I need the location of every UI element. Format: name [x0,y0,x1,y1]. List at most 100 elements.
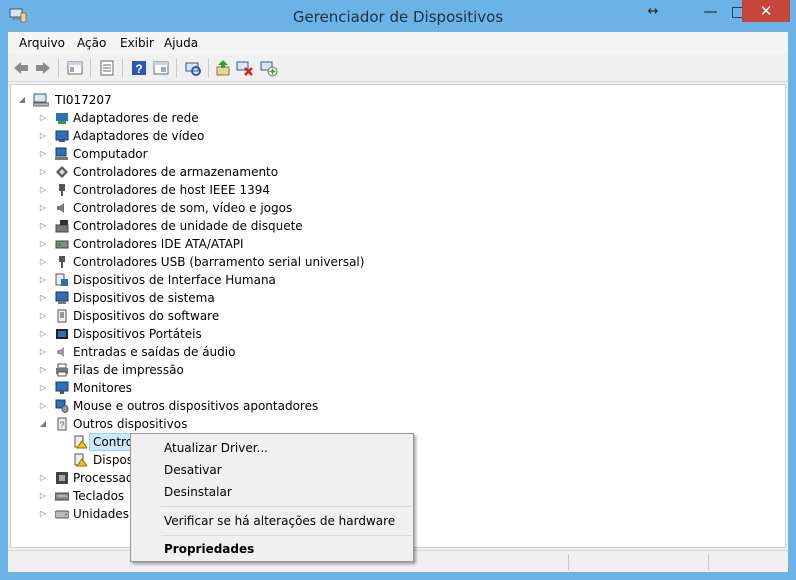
tree-category-row[interactable]: ▷ Controladores de som, vídeo e jogos [11,199,411,217]
expander-collapsed[interactable]: ▷ [38,343,48,361]
expander-expanded[interactable]: ◢ [38,415,48,433]
category-label: Controladores de host IEEE 1394 [73,183,270,197]
properties-icon[interactable] [98,59,116,77]
expander-collapsed[interactable]: ▷ [38,397,48,415]
expander-collapsed[interactable]: ▷ [38,379,48,397]
expander-collapsed[interactable]: ▷ [38,487,48,505]
menu-exibir[interactable]: Exibir [120,36,154,50]
close-button[interactable]: ✕ [742,0,790,22]
status-divider [568,554,569,570]
tree-category-row[interactable]: ▷ Controladores USB (barramento serial u… [11,253,411,271]
expander-collapsed[interactable]: ▷ [38,469,48,487]
tree-category-row[interactable]: ▷ Dispositivos Portáteis [11,325,411,343]
toolbar: ? [8,54,788,82]
title-bar[interactable]: Gerenciador de Dispositivos ↔ — □ ✕ [0,0,796,32]
status-divider [708,554,709,570]
ctx-update-driver[interactable]: Atualizar Driver... [164,441,268,455]
tree-category-row[interactable]: ▷ Controladores de armazenamento [11,163,411,181]
toolbar-separator [122,59,123,77]
usb-icon [59,256,65,268]
software-device-icon [57,309,67,323]
scan-hardware-icon[interactable] [184,59,202,77]
menu-acao[interactable]: Ação [77,36,106,50]
help-icon[interactable]: ? [130,59,148,77]
console-tree-icon[interactable] [66,59,84,77]
device-manager-window: Gerenciador de Dispositivos ↔ — □ ✕ Arqu… [0,0,796,580]
tree-category-row[interactable]: ▷ Filas de impressão [11,361,411,379]
expander-collapsed[interactable]: ▷ [38,199,48,217]
ieee1394-icon [59,184,65,196]
tree-category-row[interactable]: ▷ Entradas e saídas de áudio [11,343,411,361]
category-label: Controladores IDE ATA/ATAPI [73,237,244,251]
menu-bar: Arquivo Ação Exibir Ajuda [8,32,788,54]
expander-collapsed[interactable]: ▷ [38,253,48,271]
tree-category-row[interactable]: ▷ Controladores IDE ATA/ATAPI [11,235,411,253]
system-device-icon [55,291,69,304]
category-label: Monitores [73,381,132,395]
category-label: Filas de impressão [73,363,184,377]
expander-collapsed[interactable]: ▷ [38,505,48,523]
tree-category-row[interactable]: ▷ Controladores de unidade de disquete [11,217,411,235]
category-label: Controladores de armazenamento [73,165,279,179]
category-label: Controladores USB (barramento serial uni… [73,255,365,269]
hid-icon [55,273,68,286]
ctx-separator [161,506,411,507]
tree-category-row[interactable]: ▷ Controladores de host IEEE 1394 [11,181,411,199]
mouse-icon [55,399,69,413]
expander-collapsed[interactable]: ▷ [38,163,48,181]
forward-arrow-icon[interactable] [34,59,52,77]
speaker-icon [57,203,64,213]
expander-collapsed[interactable]: ▷ [38,325,48,343]
ctx-disable[interactable]: Desativar [164,463,222,477]
menu-ajuda[interactable]: Ajuda [164,36,198,50]
ctx-uninstall[interactable]: Desinstalar [164,485,232,499]
move-icon[interactable]: ↔ [638,0,668,26]
audio-io-icon [57,347,64,357]
expander-collapsed[interactable]: ▷ [38,235,48,253]
expander-expanded[interactable]: ◢ [17,91,27,109]
processor-icon [56,472,68,484]
category-label: Controladores de som, vídeo e jogos [73,201,293,215]
window-title: Gerenciador de Dispositivos [292,8,504,26]
tree-category-row[interactable]: ▷ Dispositivos de Interface Humana [11,271,411,289]
tree-category-row[interactable]: ▷ Adaptadores de vídeo [11,127,411,145]
tree-root-row[interactable]: ◢ TI017207 [11,91,311,109]
tree-category-row[interactable]: ▷ Computador [11,145,411,163]
expander-collapsed[interactable]: ▷ [38,271,48,289]
expander-collapsed[interactable]: ▷ [38,127,48,145]
menu-arquivo[interactable]: Arquivo [19,36,65,50]
details-view-icon[interactable] [152,59,170,77]
tree-category-row[interactable]: ▷ Dispositivos de sistema [11,289,411,307]
ctx-properties[interactable]: Propriedades [164,542,254,556]
tree-category-row[interactable]: ▷ Dispositivos do software [11,307,411,325]
category-label: Adaptadores de vídeo [73,129,205,143]
expander-collapsed[interactable]: ▷ [38,361,48,379]
floppy-controller-icon [55,220,69,233]
expander-collapsed[interactable]: ▷ [38,181,48,199]
uninstall-device-icon[interactable] [236,59,254,77]
ide-controller-icon [55,240,69,249]
tree-category-row[interactable]: ▷ Monitores [11,379,411,397]
keyboard-icon [55,492,69,501]
ctx-scan-hardware[interactable]: Verificar se há alterações de hardware [164,514,395,528]
tree-category-row[interactable]: ▷ Mouse e outros dispositivos apontadore… [11,397,411,415]
expander-collapsed[interactable]: ▷ [38,307,48,325]
add-legacy-hardware-icon[interactable] [260,59,278,77]
printer-icon [56,363,68,377]
update-driver-icon[interactable] [214,59,232,77]
category-label: Outros dispositivos [73,417,188,431]
expander-collapsed[interactable]: ▷ [38,217,48,235]
back-arrow-icon[interactable] [12,59,30,77]
toolbar-separator [208,59,209,77]
storage-controller-icon [56,166,68,178]
warning-device-icon [74,435,87,449]
svg-text:?: ? [135,62,142,76]
tree-category-row[interactable]: ◢ ? Outros dispositivos [11,415,411,433]
minimize-button[interactable]: — [697,0,724,26]
expander-collapsed[interactable]: ▷ [38,289,48,307]
context-menu: Atualizar Driver... Desativar Desinstala… [130,433,414,562]
expander-collapsed[interactable]: ▷ [38,145,48,163]
category-label: Controladores de unidade de disquete [73,219,303,233]
tree-category-row[interactable]: ▷ Adaptadores de rede [11,109,411,127]
expander-collapsed[interactable]: ▷ [38,109,48,127]
